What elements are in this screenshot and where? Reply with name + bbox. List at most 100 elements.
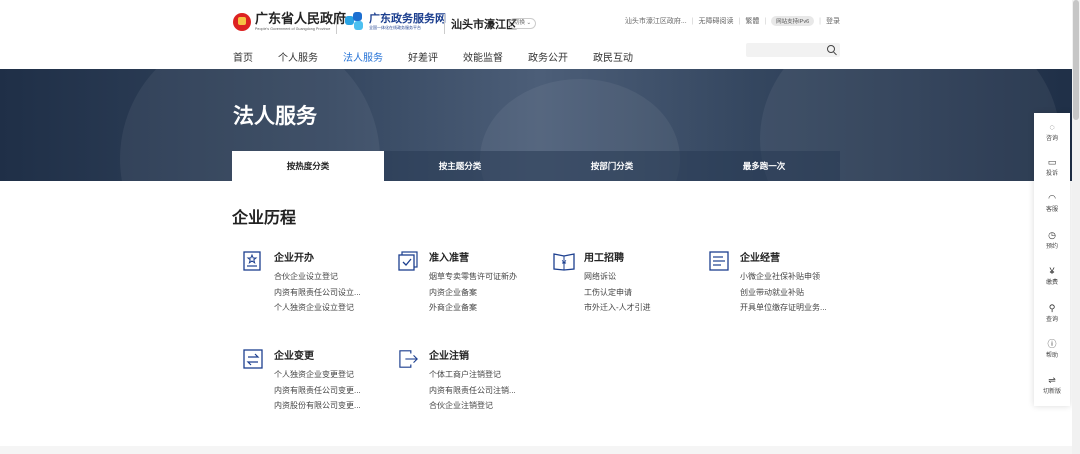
sidebar-item-label: 查询 xyxy=(1045,317,1058,323)
service-link[interactable]: 创业带动就业补贴 xyxy=(740,285,850,301)
separator: | xyxy=(691,17,694,25)
service-link[interactable]: 内资有限责任公司设立... xyxy=(274,285,384,301)
nav-supervision[interactable]: 效能监督 xyxy=(463,49,503,71)
divider xyxy=(336,14,337,34)
category-name[interactable]: 用工招聘 xyxy=(584,249,624,264)
checked-document-icon xyxy=(398,251,418,271)
sidebar-item-new-version[interactable]: ⇌ 切新版 xyxy=(1034,375,1070,395)
service-link[interactable]: 内资有限责任公司注销... xyxy=(429,383,539,399)
service-link[interactable]: 外商企业备案 xyxy=(429,300,539,316)
category-tabs: 按热度分类 按主题分类 按部门分类 最多跑一次 xyxy=(232,151,840,181)
category-name[interactable]: 企业变更 xyxy=(274,347,314,362)
section-title: 企业历程 xyxy=(232,210,297,227)
service-link[interactable]: 内资有限责任公司变更... xyxy=(274,383,384,399)
nav-home[interactable]: 首页 xyxy=(233,49,253,71)
service-title: 广东政务服务网 xyxy=(369,13,446,25)
floating-sidebar: ◌ 咨询 ▭ 投诉 ◠ 客服 ◷ 预约 ¥ 缴费 ⚲ 查询 ⓘ 帮助 ⇌ 切新版 xyxy=(1034,113,1070,406)
sidebar-item-consult[interactable]: ◌ 咨询 xyxy=(1034,122,1070,142)
service-link[interactable]: 个体工商户注销登记 xyxy=(429,367,539,383)
switch-label: 切换 xyxy=(514,20,526,26)
swap-icon xyxy=(243,349,263,369)
service-link[interactable]: 市外迁入-人才引进 xyxy=(584,300,694,316)
sidebar-item-payment[interactable]: ¥ 缴费 xyxy=(1034,266,1070,286)
nav-personal[interactable]: 个人服务 xyxy=(278,49,318,71)
switch-version-icon: ⇌ xyxy=(1048,375,1056,385)
service-link[interactable]: 个人独资企业变更登记 xyxy=(274,367,384,383)
gd-service-icon xyxy=(345,12,365,32)
tab-by-popularity[interactable]: 按热度分类 xyxy=(232,151,384,181)
category-name[interactable]: 企业注销 xyxy=(429,347,469,362)
service-link[interactable]: 烟草专卖零售许可证新办 xyxy=(429,269,539,285)
service-link[interactable]: 开具单位缴存证明业务... xyxy=(740,300,850,316)
list-document-icon xyxy=(709,251,729,271)
sidebar-item-complaint[interactable]: ▭ 投诉 xyxy=(1034,157,1070,177)
service-link[interactable]: 合伙企业设立登记 xyxy=(274,269,384,285)
sidebar-item-label: 缴费 xyxy=(1045,280,1058,286)
site-header: 广东省人民政府 People's Government of Guangdong… xyxy=(0,0,1080,71)
page-title: 法人服务 xyxy=(233,105,317,128)
region-name: 汕头市濠江区 xyxy=(451,19,517,31)
service-link[interactable]: 小微企业社保补贴申领 xyxy=(740,269,850,285)
service-link[interactable]: 工伤认定申请 xyxy=(584,285,694,301)
top-links: 汕头市濠江区政府... | 无障碍阅读 | 繁體 | 网站支持IPv6 | 登录 xyxy=(625,16,840,26)
search-input[interactable] xyxy=(746,47,832,62)
search-icon: ⚲ xyxy=(1048,303,1056,313)
chevron-down-icon: ⌄ xyxy=(526,20,532,26)
sidebar-item-label: 客服 xyxy=(1045,207,1058,213)
sidebar-item-appointment[interactable]: ◷ 预约 xyxy=(1034,230,1070,250)
tab-by-theme[interactable]: 按主题分类 xyxy=(384,151,536,181)
tab-by-department[interactable]: 按部门分类 xyxy=(536,151,688,181)
divider xyxy=(444,14,445,34)
page-scrollbar[interactable] xyxy=(1072,0,1080,454)
search-icon[interactable] xyxy=(827,45,835,53)
scrollbar-thumb[interactable] xyxy=(1073,0,1079,120)
service-logo[interactable]: 广东政务服务网 全国一体化在线政务服务平台 xyxy=(345,12,446,32)
gov-title: 广东省人民政府 xyxy=(255,11,347,26)
region-switch-button[interactable]: 切换 ⌄ xyxy=(509,18,537,29)
headset-icon: ◠ xyxy=(1048,193,1056,203)
nav-interaction[interactable]: 政民互动 xyxy=(593,49,633,71)
complaint-icon: ▭ xyxy=(1047,157,1057,167)
category-name[interactable]: 企业经营 xyxy=(740,249,780,264)
main-nav: 首页 个人服务 法人服务 好差评 效能监督 政务公开 政民互动 xyxy=(233,49,658,71)
sidebar-item-label: 投诉 xyxy=(1045,171,1058,177)
info-icon: ⓘ xyxy=(1047,339,1057,349)
service-link[interactable]: 网络诉讼 xyxy=(584,269,694,285)
page-bottom-band xyxy=(0,446,1072,454)
nav-public-affairs[interactable]: 政务公开 xyxy=(528,49,568,71)
chat-icon: ◌ xyxy=(1049,122,1055,132)
sidebar-item-help[interactable]: ⓘ 帮助 xyxy=(1034,339,1070,359)
link-traditional[interactable]: 繁體 xyxy=(745,16,759,26)
login-link[interactable]: 登录 xyxy=(826,16,840,26)
national-emblem-icon xyxy=(233,13,251,31)
gov-subtitle: People's Government of Guangdong Provinc… xyxy=(255,27,331,31)
service-link[interactable]: 内资股份有限公司变更... xyxy=(274,398,384,414)
category-name[interactable]: 准入准营 xyxy=(429,249,469,264)
category-name[interactable]: 企业开办 xyxy=(274,249,314,264)
link-local-gov[interactable]: 汕头市濠江区政府... xyxy=(625,16,687,26)
exit-icon xyxy=(399,350,418,368)
service-link[interactable]: 合伙企业注销登记 xyxy=(429,398,539,414)
service-subtitle: 全国一体化在线政务服务平台 xyxy=(369,25,421,30)
certificate-icon xyxy=(243,251,261,271)
sidebar-item-service[interactable]: ◠ 客服 xyxy=(1034,193,1070,213)
payment-icon: ¥ xyxy=(1049,266,1055,276)
service-link[interactable]: 内资企业备案 xyxy=(429,285,539,301)
gov-logo[interactable]: 广东省人民政府 People's Government of Guangdong… xyxy=(233,12,346,32)
nav-evaluation[interactable]: 好差评 xyxy=(408,49,438,71)
sidebar-item-label: 预约 xyxy=(1045,244,1058,250)
sidebar-item-label: 咨询 xyxy=(1045,136,1058,142)
tab-run-once[interactable]: 最多跑一次 xyxy=(688,151,840,181)
separator: | xyxy=(819,17,821,25)
sidebar-item-query[interactable]: ⚲ 查询 xyxy=(1034,303,1070,323)
service-link[interactable]: 个人独资企业设立登记 xyxy=(274,300,384,316)
sidebar-item-label: 帮助 xyxy=(1045,353,1058,359)
link-accessibility[interactable]: 无障碍阅读 xyxy=(699,16,734,26)
yuan-book-icon: ¥ xyxy=(553,253,575,271)
separator: | xyxy=(738,17,741,25)
svg-text:¥: ¥ xyxy=(561,259,566,268)
search-box xyxy=(746,43,840,62)
clock-icon: ◷ xyxy=(1048,230,1056,240)
ipv6-badge: 网站支持IPv6 xyxy=(771,16,815,26)
nav-legal-person[interactable]: 法人服务 xyxy=(343,49,383,71)
